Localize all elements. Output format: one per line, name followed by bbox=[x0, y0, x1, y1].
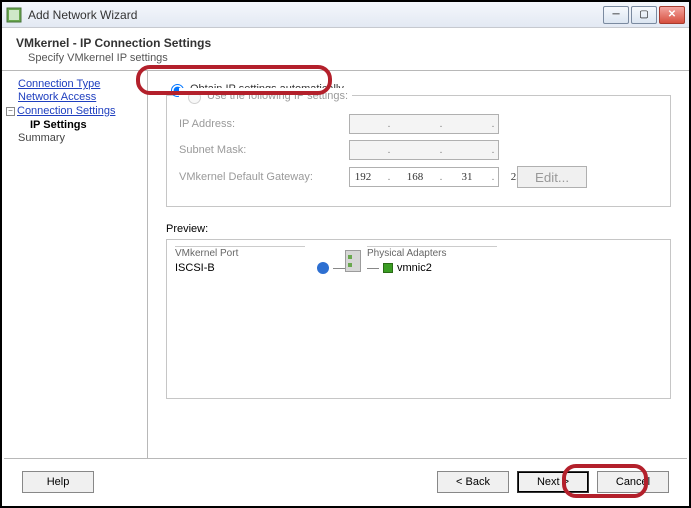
globe-icon bbox=[317, 262, 329, 274]
physical-adapters-heading: Physical Adapters bbox=[367, 246, 497, 259]
subnet-mask-label: Subnet Mask: bbox=[179, 144, 349, 156]
minimize-button[interactable]: ─ bbox=[603, 6, 629, 24]
gateway-input: 192. 168. 31. 254 bbox=[349, 167, 499, 187]
radio-manual[interactable] bbox=[188, 91, 201, 104]
sidebar-item-ip-settings: IP Settings bbox=[30, 119, 143, 131]
gateway-label: VMkernel Default Gateway: bbox=[179, 171, 349, 183]
vmkernel-port-heading: VMkernel Port bbox=[175, 246, 305, 259]
physical-adapter-name: vmnic2 bbox=[397, 262, 432, 274]
page-subtitle: Specify VMkernel IP settings bbox=[28, 52, 675, 64]
sidebar-item-connection-type[interactable]: Connection Type bbox=[18, 78, 143, 90]
manual-settings-group: Use the following IP settings: IP Addres… bbox=[166, 95, 671, 207]
preview-label: Preview: bbox=[166, 223, 671, 235]
subnet-mask-input: ... bbox=[349, 140, 499, 160]
app-icon bbox=[6, 7, 22, 23]
page-title: VMkernel - IP Connection Settings bbox=[16, 36, 675, 50]
collapse-icon[interactable]: − bbox=[6, 107, 15, 116]
back-button[interactable]: < Back bbox=[437, 471, 509, 493]
preview-box: VMkernel Port ISCSI-B Physical Adapters bbox=[166, 239, 671, 399]
main-panel: Obtain IP settings automatically Use the… bbox=[148, 71, 689, 459]
window-title: Add Network Wizard bbox=[28, 8, 603, 22]
ip-address-label: IP Address: bbox=[179, 118, 349, 130]
wizard-header: VMkernel - IP Connection Settings Specif… bbox=[2, 28, 689, 71]
edit-gateway-button[interactable]: Edit... bbox=[517, 166, 587, 188]
vmkernel-port-name: ISCSI-B bbox=[175, 262, 215, 274]
close-button[interactable]: ✕ bbox=[659, 6, 685, 24]
ip-address-input: ... bbox=[349, 114, 499, 134]
vswitch-icon bbox=[345, 250, 361, 272]
radio-manual-label: Use the following IP settings: bbox=[207, 90, 348, 102]
wizard-footer: Help < Back Next > Cancel bbox=[4, 458, 687, 504]
wizard-steps-sidebar: Connection Type Network Access − Connect… bbox=[2, 71, 148, 459]
maximize-button[interactable]: ▢ bbox=[631, 6, 657, 24]
sidebar-item-network-access[interactable]: Network Access bbox=[18, 91, 143, 103]
sidebar-item-summary: Summary bbox=[18, 132, 143, 144]
help-button[interactable]: Help bbox=[22, 471, 94, 493]
nic-icon bbox=[383, 263, 393, 273]
titlebar: Add Network Wizard ─ ▢ ✕ bbox=[2, 2, 689, 28]
cancel-button[interactable]: Cancel bbox=[597, 471, 669, 493]
sidebar-item-connection-settings[interactable]: Connection Settings bbox=[17, 105, 115, 117]
next-button[interactable]: Next > bbox=[517, 471, 589, 493]
